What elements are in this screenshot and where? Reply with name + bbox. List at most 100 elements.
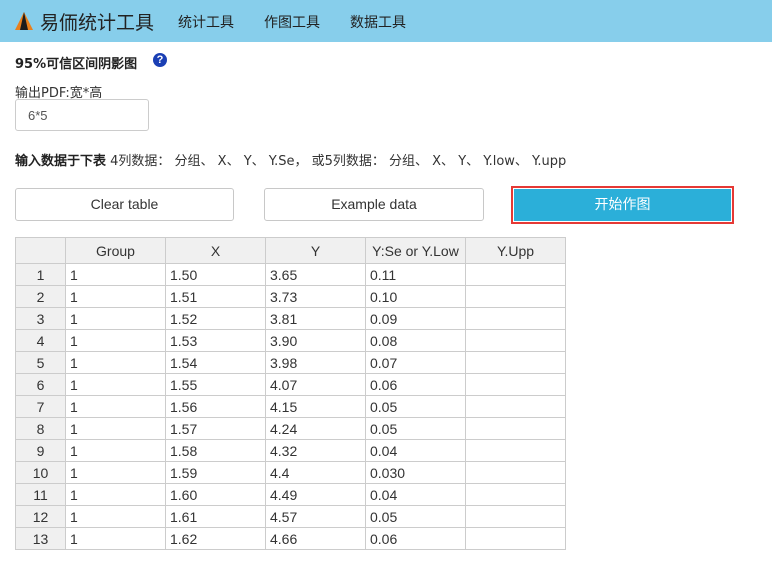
table-cell[interactable] <box>465 505 566 528</box>
table-row: 10 1 1.59 4.4 0.030 <box>15 461 566 484</box>
table-cell[interactable]: 4.49 <box>265 483 366 506</box>
nav-data-tools[interactable]: 数据工具 <box>350 12 406 32</box>
table-cell[interactable]: 1.51 <box>165 285 266 308</box>
table-cell[interactable] <box>465 351 566 374</box>
table-cell[interactable]: 1.60 <box>165 483 266 506</box>
table-cell[interactable]: 4.32 <box>265 439 366 462</box>
row-header[interactable]: 4 <box>15 329 66 352</box>
table-cell[interactable]: 0.04 <box>365 439 466 462</box>
table-cell[interactable]: 0.08 <box>365 329 466 352</box>
table-cell[interactable]: 1 <box>65 373 166 396</box>
table-cell[interactable]: 1.58 <box>165 439 266 462</box>
table-cell[interactable]: 3.98 <box>265 351 366 374</box>
table-cell[interactable]: 1.56 <box>165 395 266 418</box>
table-cell[interactable]: 4.15 <box>265 395 366 418</box>
table-cell[interactable]: 0.05 <box>365 505 466 528</box>
row-header[interactable]: 3 <box>15 307 66 330</box>
table-cell[interactable]: 1.55 <box>165 373 266 396</box>
table-cell[interactable]: 1.50 <box>165 263 266 286</box>
table-cell[interactable]: 1.59 <box>165 461 266 484</box>
table-cell[interactable]: 0.06 <box>365 373 466 396</box>
table-cell[interactable] <box>465 329 566 352</box>
table-cell[interactable] <box>465 285 566 308</box>
table-cell[interactable]: 1 <box>65 329 166 352</box>
table-cell[interactable]: 3.81 <box>265 307 366 330</box>
table-header-row: Group X Y Y:Se or Y.Low Y.Upp <box>15 237 566 264</box>
table-cell[interactable]: 1.54 <box>165 351 266 374</box>
table-cell[interactable]: 1 <box>65 483 166 506</box>
table-cell[interactable] <box>465 395 566 418</box>
table-cell[interactable]: 0.05 <box>365 395 466 418</box>
column-header-se-low[interactable]: Y:Se or Y.Low <box>365 237 466 264</box>
row-header[interactable]: 8 <box>15 417 66 440</box>
table-cell[interactable]: 0.06 <box>365 527 466 550</box>
column-header-group[interactable]: Group <box>65 237 166 264</box>
table-cell[interactable]: 3.90 <box>265 329 366 352</box>
row-header[interactable]: 5 <box>15 351 66 374</box>
pdf-size-input[interactable] <box>15 99 149 131</box>
table-cell[interactable]: 4.4 <box>265 461 366 484</box>
table-cell[interactable] <box>465 439 566 462</box>
table-cell[interactable]: 4.07 <box>265 373 366 396</box>
table-cell[interactable]: 4.24 <box>265 417 366 440</box>
example-data-button[interactable]: Example data <box>264 188 484 221</box>
table-row: 11 1 1.60 4.49 0.04 <box>15 483 566 506</box>
table-cell[interactable] <box>465 461 566 484</box>
column-header-y[interactable]: Y <box>265 237 366 264</box>
table-cell[interactable] <box>465 373 566 396</box>
table-cell[interactable] <box>465 307 566 330</box>
column-header-upp[interactable]: Y.Upp <box>465 237 566 264</box>
column-header-x[interactable]: X <box>165 237 266 264</box>
table-cell[interactable]: 0.05 <box>365 417 466 440</box>
table-cell[interactable]: 3.65 <box>265 263 366 286</box>
table-cell[interactable]: 0.030 <box>365 461 466 484</box>
table-cell[interactable]: 0.10 <box>365 285 466 308</box>
row-header[interactable]: 13 <box>15 527 66 550</box>
row-header[interactable]: 9 <box>15 439 66 462</box>
nav-stats-tools[interactable]: 统计工具 <box>178 12 234 32</box>
row-header[interactable]: 2 <box>15 285 66 308</box>
brand[interactable]: 易侕统计工具 <box>14 8 154 34</box>
table-cell[interactable]: 1 <box>65 263 166 286</box>
table-cell[interactable]: 1.52 <box>165 307 266 330</box>
row-header[interactable]: 12 <box>15 505 66 528</box>
table-cell[interactable]: 0.07 <box>365 351 466 374</box>
table-cell[interactable]: 1.61 <box>165 505 266 528</box>
table-row: 13 1 1.62 4.66 0.06 <box>15 527 566 550</box>
nav-plot-tools[interactable]: 作图工具 <box>264 12 320 32</box>
table-cell[interactable]: 0.09 <box>365 307 466 330</box>
row-header[interactable]: 1 <box>15 263 66 286</box>
row-header[interactable]: 7 <box>15 395 66 418</box>
table-row: 4 1 1.53 3.90 0.08 <box>15 329 566 352</box>
row-header[interactable]: 10 <box>15 461 66 484</box>
table-cell[interactable]: 1 <box>65 307 166 330</box>
table-cell[interactable] <box>465 483 566 506</box>
table-cell[interactable]: 1.57 <box>165 417 266 440</box>
table-cell[interactable]: 1 <box>65 417 166 440</box>
table-cell[interactable]: 1 <box>65 527 166 550</box>
table-cell[interactable]: 4.57 <box>265 505 366 528</box>
table-cell[interactable]: 1 <box>65 461 166 484</box>
data-table: Group X Y Y:Se or Y.Low Y.Upp 1 1 1.50 3.65… <box>15 237 566 550</box>
table-cell[interactable]: 1.62 <box>165 527 266 550</box>
clear-table-button[interactable]: Clear table <box>15 188 234 221</box>
table-cell[interactable] <box>465 527 566 550</box>
table-cell[interactable]: 0.11 <box>365 263 466 286</box>
row-header[interactable]: 11 <box>15 483 66 506</box>
help-icon[interactable]: ? <box>153 53 167 67</box>
table-cell[interactable]: 4.66 <box>265 527 366 550</box>
table-cell[interactable]: 1 <box>65 395 166 418</box>
table-cell[interactable]: 1 <box>65 351 166 374</box>
table-cell[interactable] <box>465 417 566 440</box>
row-header[interactable]: 6 <box>15 373 66 396</box>
table-cell[interactable]: 1 <box>65 439 166 462</box>
table-cell[interactable]: 1.53 <box>165 329 266 352</box>
brand-name: 易侕统计工具 <box>40 11 155 34</box>
table-cell[interactable]: 0.04 <box>365 483 466 506</box>
table-row: 2 1 1.51 3.73 0.10 <box>15 285 566 308</box>
start-plot-button[interactable]: 开始作图 <box>514 189 731 221</box>
table-cell[interactable]: 1 <box>65 285 166 308</box>
table-cell[interactable]: 3.73 <box>265 285 366 308</box>
table-cell[interactable] <box>465 263 566 286</box>
table-cell[interactable]: 1 <box>65 505 166 528</box>
